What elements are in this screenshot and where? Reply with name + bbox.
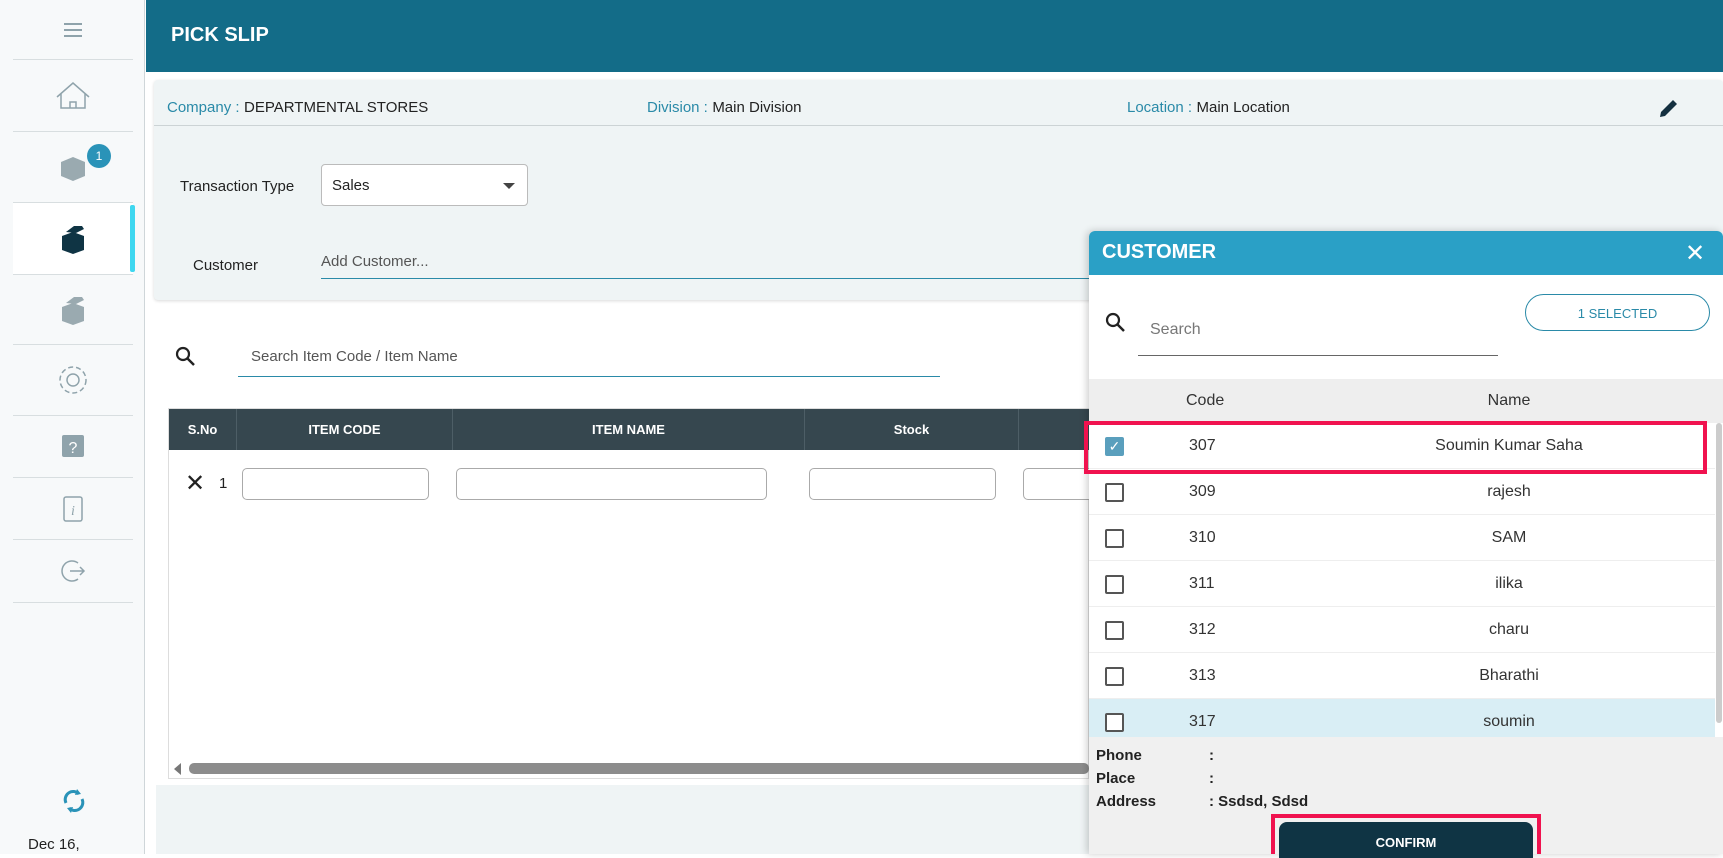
customer-row[interactable]: 310 SAM	[1089, 515, 1715, 561]
checkbox[interactable]	[1105, 667, 1124, 686]
page-title: PICK SLIP	[146, 0, 1723, 72]
confirm-highlight: CONFIRM	[1271, 814, 1541, 858]
sidebar-item-logout[interactable]	[13, 540, 133, 603]
footer-panel	[156, 785, 1096, 854]
address-value: : Ssdsd, Sdsd	[1209, 793, 1309, 810]
logout-icon	[61, 560, 86, 582]
customer-input[interactable]: Add Customer...	[321, 240, 1091, 279]
customer-row[interactable]: 313 Bharathi	[1089, 653, 1715, 699]
menu-button[interactable]	[13, 0, 133, 60]
customer-row[interactable]: 312 charu	[1089, 607, 1715, 653]
customer-label: Customer	[193, 257, 259, 274]
location-label: Location :	[1127, 99, 1193, 116]
customer-modal: CUSTOMER ✕ Search 1 SELECTED Code Name ✓…	[1084, 231, 1723, 858]
company-field: Company : DEPARTMENTAL STORES	[167, 99, 428, 117]
close-icon[interactable]: ✕	[1685, 239, 1705, 268]
checkbox[interactable]	[1105, 713, 1124, 732]
svg-text:?: ?	[69, 440, 78, 457]
sidebar-item-home[interactable]	[13, 60, 133, 132]
notification-badge: 1	[87, 144, 111, 168]
box-hand-icon	[62, 296, 84, 325]
home-icon	[56, 81, 90, 109]
sidebar-item-settings[interactable]	[13, 345, 133, 416]
hamburger-icon	[64, 22, 82, 37]
col-code: Code	[1186, 392, 1225, 409]
col-more	[1019, 409, 1090, 450]
edit-pencil-icon[interactable]	[1657, 96, 1681, 120]
checkbox[interactable]	[1105, 621, 1124, 640]
selected-row-highlight	[1084, 421, 1707, 474]
customer-name: SAM	[1491, 529, 1527, 546]
place-label: Place	[1096, 770, 1136, 787]
customer-name: rajesh	[1487, 483, 1531, 500]
customer-name: charu	[1488, 621, 1530, 638]
customer-name: ilika	[1495, 575, 1523, 592]
company-label: Company :	[167, 99, 240, 116]
customer-row[interactable]: 311 ilika	[1089, 561, 1715, 607]
location-field: Location : Main Location	[1127, 99, 1290, 117]
remove-row-icon[interactable]: ✕	[185, 469, 205, 498]
customer-search-input[interactable]: Search	[1138, 313, 1498, 356]
company-value: DEPARTMENTAL STORES	[244, 99, 429, 116]
sidebar-item-pick-slip[interactable]	[13, 203, 135, 275]
item-name-input[interactable]	[456, 468, 767, 500]
item-code-input[interactable]	[242, 468, 429, 500]
caret-down-icon	[503, 183, 515, 189]
location-value: Main Location	[1196, 99, 1290, 116]
items-table: S.No ITEM CODE ITEM NAME Stock ✕ 1	[168, 408, 1103, 779]
scroll-left-arrow[interactable]	[174, 763, 181, 775]
sync-icon[interactable]	[58, 785, 90, 817]
col-stock: Stock	[805, 409, 1019, 450]
customer-name: Bharathi	[1479, 667, 1539, 684]
phone-label: Phone	[1096, 747, 1142, 764]
stock-input[interactable]	[809, 468, 996, 500]
search-icon	[1105, 312, 1125, 332]
open-box-hand-icon	[62, 225, 84, 254]
col-item-code: ITEM CODE	[237, 409, 453, 450]
info-icon: i	[63, 495, 83, 522]
division-value: Main Division	[712, 99, 802, 116]
checkbox[interactable]	[1105, 529, 1124, 548]
customer-code: 313	[1189, 667, 1216, 684]
col-item-name: ITEM NAME	[453, 409, 805, 450]
checkbox[interactable]	[1105, 483, 1124, 502]
transaction-type-value: Sales	[332, 177, 370, 194]
col-sno: S.No	[169, 409, 237, 450]
sidebar: 1 ? i Dec 16,	[0, 0, 145, 854]
svg-text:i: i	[71, 504, 75, 519]
sidebar-item-dispatch[interactable]	[13, 275, 133, 345]
division-label: Division :	[647, 99, 708, 116]
selected-count-button[interactable]: 1 SELECTED	[1525, 294, 1710, 331]
sidebar-item-pending[interactable]: 1	[13, 132, 133, 203]
horizontal-scrollbar[interactable]	[189, 763, 1089, 774]
checkbox[interactable]	[1105, 575, 1124, 594]
modal-title: CUSTOMER	[1102, 241, 1217, 263]
row-sno: 1	[219, 475, 228, 492]
address-label: Address	[1096, 793, 1157, 810]
customer-name: soumin	[1483, 713, 1535, 730]
customer-code: 312	[1189, 621, 1216, 638]
date-label: Dec 16,	[28, 836, 80, 853]
gear-icon	[59, 366, 87, 394]
transaction-type-select[interactable]: Sales	[321, 164, 528, 206]
customer-code: 310	[1189, 529, 1216, 546]
search-icon	[175, 346, 195, 366]
customer-code: 311	[1189, 575, 1215, 592]
transaction-type-label: Transaction Type	[180, 178, 295, 195]
help-icon: ?	[62, 434, 84, 457]
division-field: Division : Main Division	[647, 99, 802, 117]
place-value: :	[1209, 770, 1214, 787]
sidebar-item-help[interactable]: ?	[13, 416, 133, 478]
item-search-input[interactable]: Search Item Code / Item Name	[238, 340, 940, 377]
phone-value: :	[1209, 747, 1214, 764]
sidebar-item-info[interactable]: i	[13, 478, 133, 540]
customer-row[interactable]: 309 rajesh	[1089, 469, 1715, 515]
confirm-button[interactable]: CONFIRM	[1279, 822, 1533, 858]
customer-code: 317	[1189, 713, 1216, 730]
list-scrollbar[interactable]	[1716, 423, 1722, 723]
col-name: Name	[1487, 392, 1531, 409]
customer-code: 309	[1189, 483, 1216, 500]
